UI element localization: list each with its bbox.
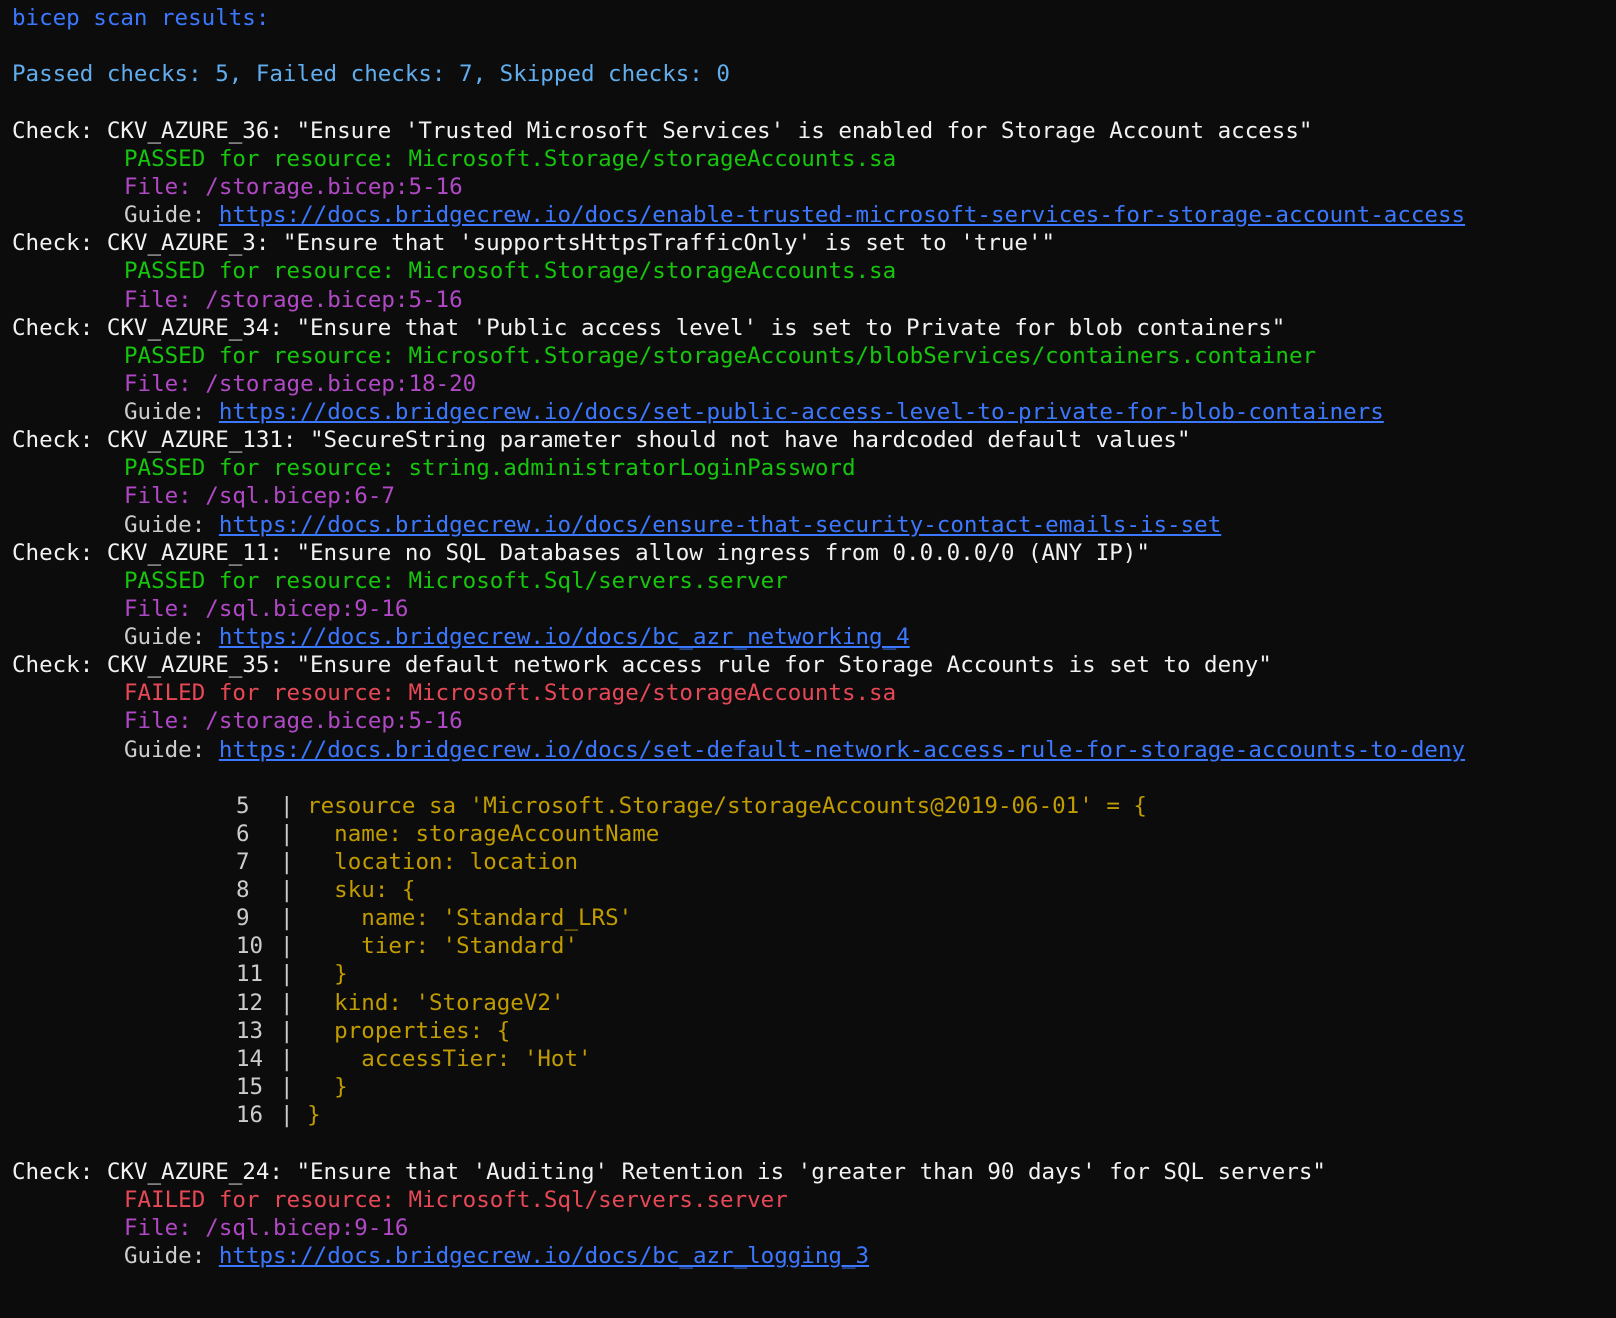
- line-number: 13: [236, 1018, 264, 1044]
- check-file: File: /storage.bicep:5-16: [124, 708, 463, 734]
- line-number: 12: [236, 990, 264, 1016]
- code-line: 14 | accessTier: 'Hot': [236, 1045, 592, 1074]
- check-result: FAILED for resource: Microsoft.Sql/serve…: [124, 1187, 788, 1213]
- guide-link[interactable]: https://docs.bridgecrew.io/docs/set-publ…: [219, 399, 1384, 425]
- guide-link[interactable]: https://docs.bridgecrew.io/docs/bc_azr_n…: [219, 624, 910, 650]
- check-file: File: /sql.bicep:9-16: [124, 596, 409, 622]
- code-text: sku: {: [293, 877, 416, 903]
- line-number: 11: [236, 961, 264, 987]
- code-text: accessTier: 'Hot': [293, 1046, 592, 1072]
- code-text: }: [293, 961, 348, 987]
- check-file: File: /storage.bicep:5-16: [124, 174, 463, 200]
- gutter-bar: |: [280, 990, 294, 1016]
- line-number: 7: [236, 849, 250, 875]
- gutter-bar: |: [280, 849, 294, 875]
- check-title: Check: CKV_AZURE_36: "Ensure 'Trusted Mi…: [12, 118, 1313, 144]
- check-title: Check: CKV_AZURE_24: "Ensure that 'Audit…: [12, 1159, 1326, 1185]
- gutter-bar: |: [280, 1046, 294, 1072]
- check-result: PASSED for resource: Microsoft.Storage/s…: [124, 146, 897, 172]
- gutter-bar: |: [280, 793, 294, 819]
- code-text: properties: {: [293, 1018, 511, 1044]
- check-result: PASSED for resource: Microsoft.Sql/serve…: [124, 568, 788, 594]
- code-line: 13 | properties: {: [236, 1017, 510, 1046]
- check-file: File: /sql.bicep:6-7: [124, 483, 395, 509]
- gutter-bar: |: [280, 933, 294, 959]
- guide-link[interactable]: https://docs.bridgecrew.io/docs/set-defa…: [219, 737, 1465, 763]
- gutter-bar: |: [280, 905, 294, 931]
- check-title: Check: CKV_AZURE_34: "Ensure that 'Publi…: [12, 315, 1286, 341]
- check-title: Check: CKV_AZURE_131: "SecureString para…: [12, 427, 1191, 453]
- code-line: 5 | resource sa 'Microsoft.Storage/storag…: [236, 792, 1147, 821]
- scan-header: bicep scan results:: [12, 5, 270, 31]
- check-result: PASSED for resource: string.administrato…: [124, 455, 856, 481]
- terminal-window: bicep scan results: Passed checks: 5, Fa…: [0, 0, 1616, 1318]
- code-text: kind: 'StorageV2': [293, 990, 565, 1016]
- guide-label: Guide:: [124, 737, 219, 763]
- gutter-bar: |: [280, 1018, 294, 1044]
- guide-label: Guide:: [124, 512, 219, 538]
- code-line: 16 | }: [236, 1101, 321, 1130]
- code-line: 10 | tier: 'Standard': [236, 932, 578, 961]
- guide-link[interactable]: https://docs.bridgecrew.io/docs/enable-t…: [219, 202, 1465, 228]
- check-guide: Guide: https://docs.bridgecrew.io/docs/b…: [124, 1242, 869, 1271]
- code-line: 12 | kind: 'StorageV2': [236, 989, 564, 1018]
- code-text: location: location: [293, 849, 579, 875]
- line-number: 6: [236, 821, 250, 847]
- code-text: resource sa 'Microsoft.Storage/storageAc…: [293, 793, 1147, 819]
- check-result: FAILED for resource: Microsoft.Storage/s…: [124, 680, 897, 706]
- code-line: 6 | name: storageAccountName: [236, 820, 659, 849]
- code-text: }: [293, 1074, 348, 1100]
- gutter-bar: |: [280, 961, 294, 987]
- check-title: Check: CKV_AZURE_3: "Ensure that 'suppor…: [12, 230, 1056, 256]
- code-line: 9 | name: 'Standard_LRS': [236, 904, 632, 933]
- line-number: 15: [236, 1074, 264, 1100]
- code-text: name: storageAccountName: [293, 821, 660, 847]
- guide-label: Guide:: [124, 1243, 219, 1269]
- line-number: 5: [236, 793, 250, 819]
- code-line: 11 | }: [236, 960, 348, 989]
- line-number: 16: [236, 1102, 264, 1128]
- line-number: 8: [236, 877, 250, 903]
- check-guide: Guide: https://docs.bridgecrew.io/docs/e…: [124, 511, 1221, 540]
- check-title: Check: CKV_AZURE_11: "Ensure no SQL Data…: [12, 540, 1150, 566]
- check-result: PASSED for resource: Microsoft.Storage/s…: [124, 343, 1317, 369]
- guide-link[interactable]: https://docs.bridgecrew.io/docs/ensure-t…: [219, 512, 1221, 538]
- code-line: 8 | sku: {: [236, 876, 415, 905]
- code-text: }: [293, 1102, 321, 1128]
- code-text: name: 'Standard_LRS': [293, 905, 633, 931]
- guide-label: Guide:: [124, 202, 219, 228]
- gutter-bar: |: [280, 1102, 294, 1128]
- check-result: PASSED for resource: Microsoft.Storage/s…: [124, 258, 897, 284]
- scan-summary: Passed checks: 5, Failed checks: 7, Skip…: [12, 61, 730, 87]
- code-text: tier: 'Standard': [293, 933, 579, 959]
- line-number: 14: [236, 1046, 264, 1072]
- check-guide: Guide: https://docs.bridgecrew.io/docs/s…: [124, 736, 1465, 765]
- code-line: 7 | location: location: [236, 848, 578, 877]
- check-guide: Guide: https://docs.bridgecrew.io/docs/e…: [124, 201, 1465, 230]
- check-guide: Guide: https://docs.bridgecrew.io/docs/s…: [124, 398, 1384, 427]
- check-guide: Guide: https://docs.bridgecrew.io/docs/b…: [124, 623, 910, 652]
- gutter-bar: |: [280, 877, 294, 903]
- line-number: 9: [236, 905, 250, 931]
- check-file: File: /sql.bicep:9-16: [124, 1215, 409, 1241]
- guide-label: Guide:: [124, 399, 219, 425]
- code-line: 15 | }: [236, 1073, 348, 1102]
- line-number: 10: [236, 933, 264, 959]
- gutter-bar: |: [280, 1074, 294, 1100]
- guide-label: Guide:: [124, 624, 219, 650]
- check-file: File: /storage.bicep:18-20: [124, 371, 477, 397]
- gutter-bar: |: [280, 821, 294, 847]
- check-title: Check: CKV_AZURE_35: "Ensure default net…: [12, 652, 1272, 678]
- guide-link[interactable]: https://docs.bridgecrew.io/docs/bc_azr_l…: [219, 1243, 869, 1269]
- check-file: File: /storage.bicep:5-16: [124, 287, 463, 313]
